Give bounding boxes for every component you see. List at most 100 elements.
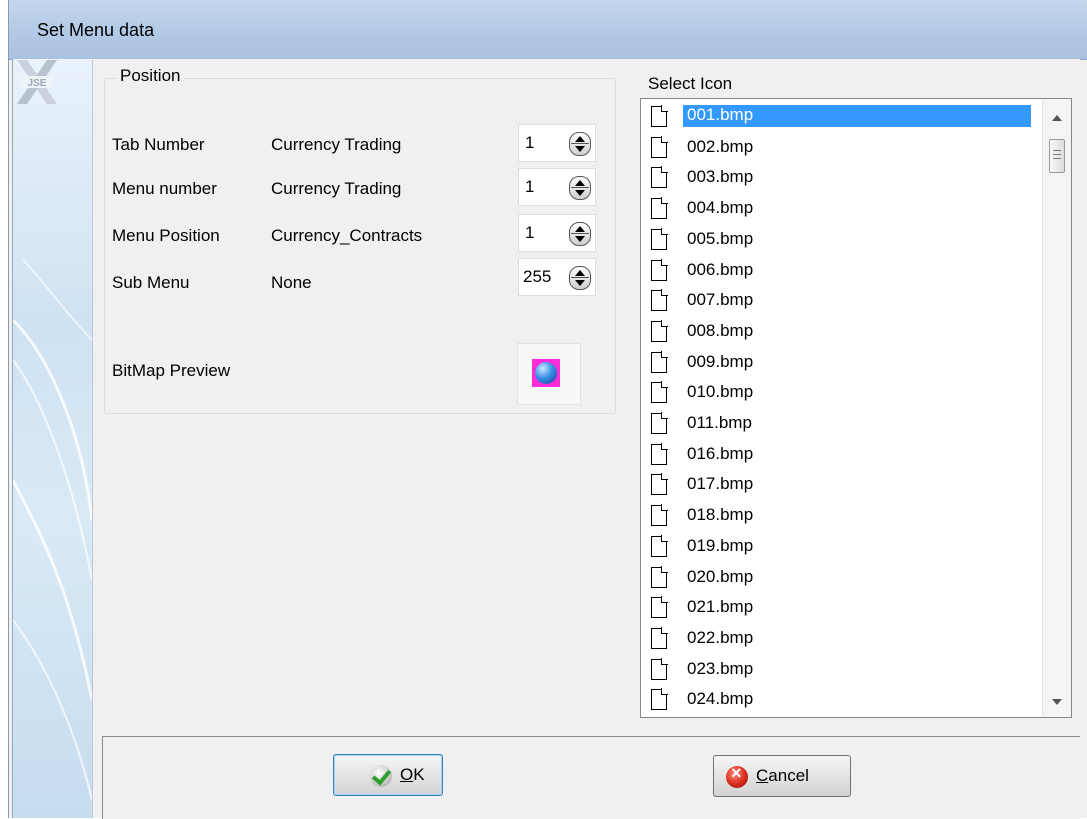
list-item-label: 023.bmp [687, 658, 754, 678]
menu-number-value: Currency Trading [271, 179, 402, 198]
cancel-button-label: Cancel [756, 766, 809, 785]
scroll-up-icon[interactable] [1052, 115, 1062, 121]
menu-position-spinner-value: 1 [525, 223, 535, 242]
window-title: Set Menu data [37, 20, 155, 40]
position-legend: Position [116, 66, 185, 86]
spin-arrows-icon[interactable] [569, 266, 591, 290]
list-item[interactable]: 018.bmp [643, 500, 1033, 531]
file-icon [651, 135, 668, 158]
list-item-label: 011.bmp [687, 413, 752, 432]
file-icon [651, 504, 668, 527]
file-icon [651, 197, 668, 220]
list-item[interactable]: 010.bmp [643, 377, 1033, 408]
globe-icon [532, 359, 560, 387]
cancel-button[interactable]: Cancel [713, 755, 851, 797]
list-item-label: 009.bmp [687, 351, 754, 371]
title-bar[interactable]: Set Menu data [9, 0, 1087, 60]
tab-number-spinner-value: 1 [525, 133, 535, 152]
file-icon [651, 105, 668, 127]
list-item-label: 021.bmp [687, 597, 754, 617]
bitmap-preview-label: BitMap Preview [112, 361, 231, 380]
side-banner: JSE [13, 60, 93, 818]
list-item-label: 006.bmp [687, 259, 754, 279]
list-item[interactable]: 001.bmp [643, 101, 1033, 132]
cancel-x-icon [726, 763, 748, 788]
spin-arrows-icon[interactable] [569, 176, 591, 200]
list-item[interactable]: 011.bmp [643, 408, 1033, 439]
menu-number-label: Menu number [112, 179, 217, 198]
spin-arrows-icon[interactable] [569, 222, 591, 246]
file-icon [651, 381, 668, 404]
banner-swirl-decoration [13, 259, 92, 801]
file-icon [651, 626, 668, 649]
file-icon [651, 596, 668, 619]
list-item[interactable]: 009.bmp [643, 347, 1033, 378]
list-item[interactable]: 016.bmp [643, 439, 1033, 470]
list-item-label: 010.bmp [687, 382, 754, 402]
list-item-label: 024.bmp [687, 689, 754, 709]
list-item-label: 018.bmp [687, 505, 754, 525]
list-item[interactable]: 019.bmp [643, 531, 1033, 562]
sub-menu-spinner[interactable]: 255 [518, 258, 596, 296]
list-item-label: 019.bmp [687, 535, 754, 555]
icon-listbox[interactable]: 001.bmp 002.bmp 003.bmp 004.bmp 005.bmp 006.b… [640, 98, 1072, 718]
list-item[interactable]: 002.bmp [643, 132, 1033, 163]
file-icon [651, 319, 668, 342]
sub-menu-spinner-value: 255 [523, 267, 552, 286]
file-icon [651, 534, 668, 557]
scroll-down-icon[interactable] [1052, 699, 1062, 705]
list-item-label: 004.bmp [687, 198, 754, 218]
menu-position-spinner[interactable]: 1 [518, 214, 596, 252]
file-icon [651, 473, 668, 496]
list-item-label: 016.bmp [687, 443, 754, 463]
list-item-label: 017.bmp [687, 474, 754, 494]
list-item-label: 002.bmp [687, 136, 754, 156]
list-item-label: 007.bmp [687, 290, 754, 310]
file-icon [651, 442, 668, 465]
file-icon [651, 412, 668, 434]
list-item-label: 005.bmp [687, 228, 754, 248]
tab-number-label: Tab Number [112, 135, 205, 154]
menu-number-spinner-value: 1 [525, 177, 535, 196]
ok-button[interactable]: OK [333, 754, 443, 796]
list-item[interactable]: 021.bmp [643, 592, 1033, 623]
list-item-label: 008.bmp [687, 320, 754, 340]
button-bar [102, 736, 1080, 819]
list-item[interactable]: 005.bmp [643, 224, 1033, 255]
file-icon [651, 565, 668, 588]
list-item-label: 001.bmp [683, 105, 1031, 127]
file-icon [651, 350, 668, 373]
list-item[interactable]: 020.bmp [643, 562, 1033, 593]
sub-menu-label: Sub Menu [112, 273, 190, 292]
list-item[interactable]: 007.bmp [643, 285, 1033, 316]
list-item[interactable]: 024.bmp [643, 684, 1033, 715]
logo-text: JSE [28, 78, 47, 89]
scroll-thumb[interactable] [1049, 139, 1065, 173]
list-item[interactable]: 022.bmp [643, 623, 1033, 654]
menu-position-label: Menu Position [112, 226, 220, 245]
file-icon [651, 258, 668, 281]
tab-number-value: Currency Trading [271, 135, 402, 154]
spin-arrows-icon[interactable] [569, 132, 591, 156]
file-icon [651, 166, 668, 189]
list-item[interactable]: 023.bmp [643, 654, 1033, 685]
menu-number-spinner[interactable]: 1 [518, 168, 596, 206]
menu-position-value: Currency_Contracts [271, 226, 423, 245]
tab-number-spinner[interactable]: 1 [518, 124, 596, 162]
list-item[interactable]: 017.bmp [643, 469, 1033, 500]
bitmap-preview [517, 343, 581, 405]
file-icon [651, 227, 668, 250]
list-item[interactable]: 008.bmp [643, 316, 1033, 347]
jse-logo-icon: JSE [17, 60, 57, 104]
list-item[interactable]: 006.bmp [643, 255, 1033, 286]
file-icon [651, 688, 668, 711]
ok-button-label: OK [400, 765, 425, 784]
sub-menu-value: None [271, 273, 312, 292]
file-icon [651, 289, 668, 312]
list-item[interactable]: 004.bmp [643, 193, 1033, 224]
list-item[interactable]: 003.bmp [643, 162, 1033, 193]
listbox-scrollbar[interactable] [1042, 99, 1071, 717]
list-item-label: 020.bmp [687, 566, 754, 586]
list-item-label: 003.bmp [687, 167, 754, 187]
select-icon-label: Select Icon [648, 74, 733, 93]
